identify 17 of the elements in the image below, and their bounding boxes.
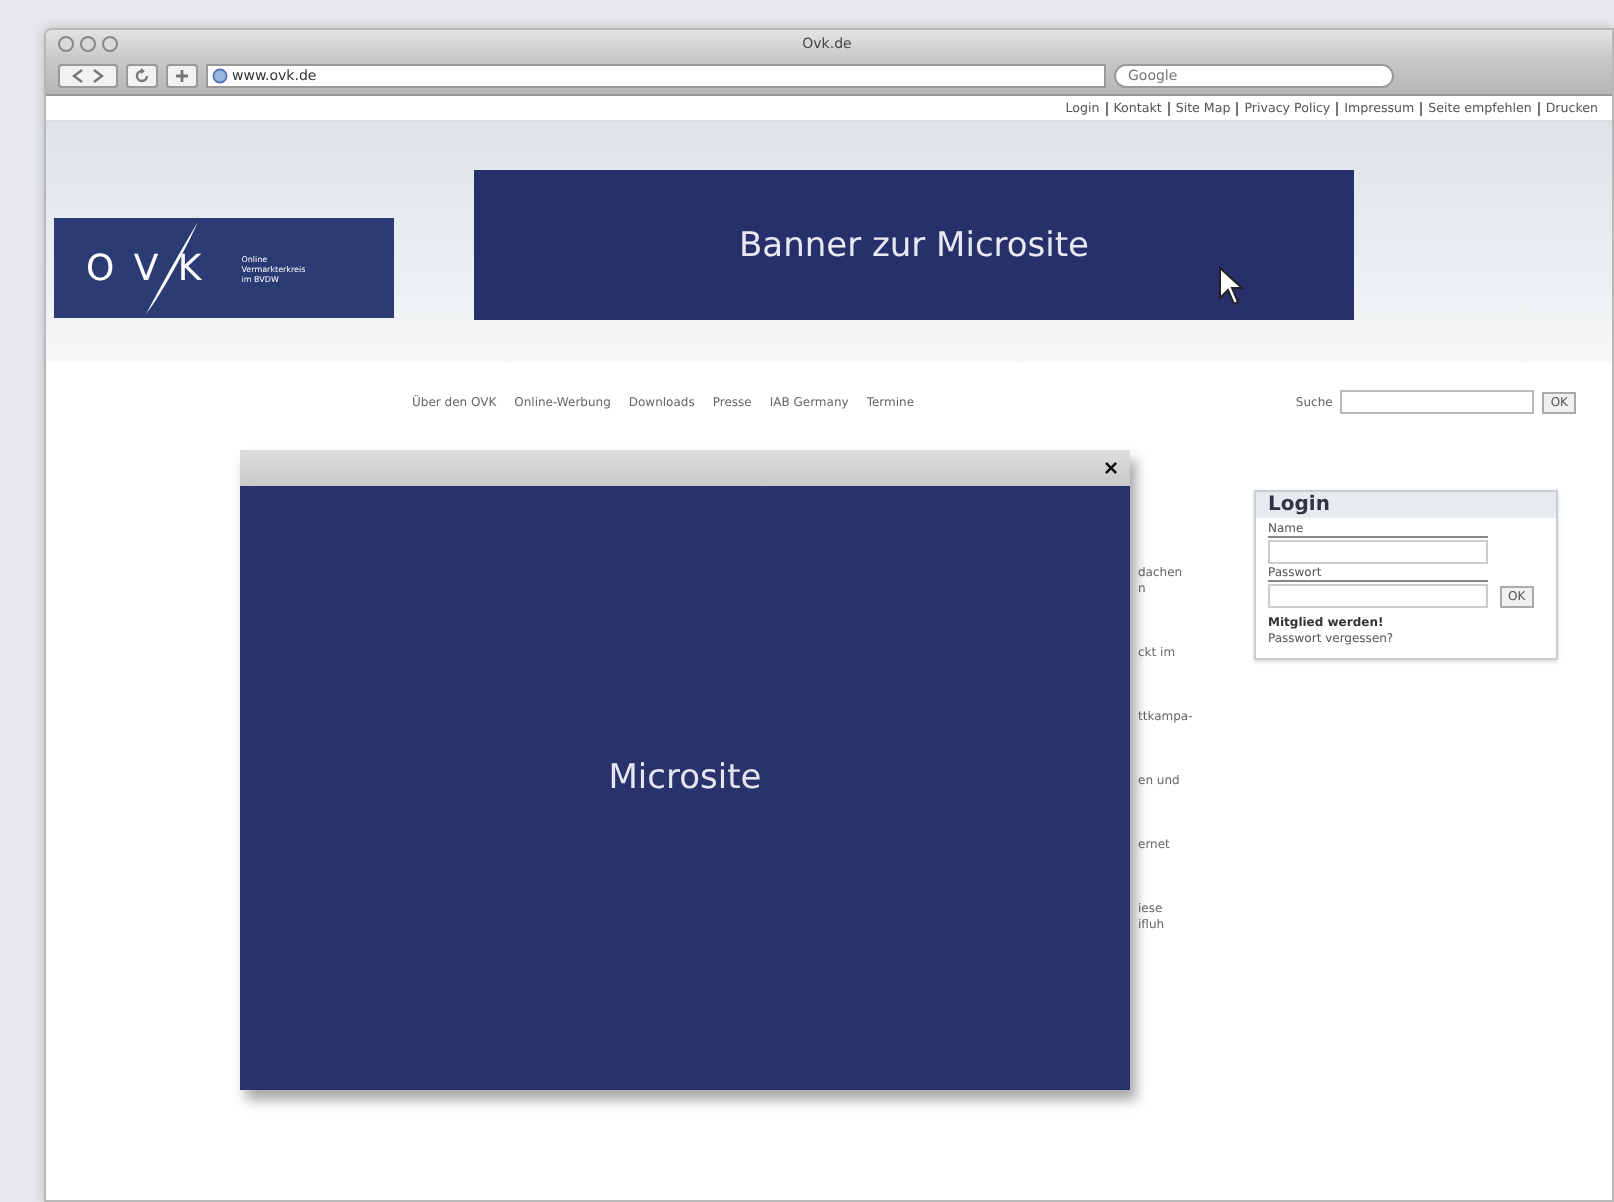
banner-text: Banner zur Microsite (738, 225, 1090, 265)
plus-icon (174, 68, 190, 84)
back-forward-button[interactable] (58, 64, 118, 88)
name-field[interactable] (1268, 540, 1488, 564)
reload-icon (134, 68, 150, 84)
banner[interactable]: Banner zur Microsite (474, 170, 1354, 320)
login-title: Login (1256, 492, 1556, 518)
search-field[interactable] (1340, 390, 1535, 414)
globe-icon (212, 68, 228, 84)
password-field[interactable] (1268, 584, 1488, 608)
close-button[interactable]: × (1091, 456, 1130, 480)
back-icon (70, 68, 86, 84)
forward-icon (90, 68, 106, 84)
microsite-text: Microsite (608, 758, 762, 798)
reload-button[interactable] (126, 64, 158, 88)
add-bookmark-button[interactable] (166, 64, 198, 88)
cursor-icon (1218, 266, 1246, 306)
